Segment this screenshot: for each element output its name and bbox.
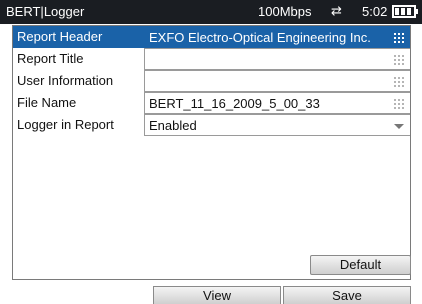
row-user-information[interactable]: User Information [13, 70, 410, 92]
window-title: BERT|Logger [6, 4, 85, 19]
title-bar: BERT|Logger 100Mbps ⇄ 5:02 [0, 0, 422, 24]
keyboard-icon[interactable] [394, 55, 404, 65]
logger-settings-panel: Report Header EXFO Electro-Optical Engin… [12, 25, 411, 280]
report-header-field[interactable]: EXFO Electro-Optical Engineering Inc. [144, 26, 410, 48]
row-report-title[interactable]: Report Title [13, 48, 410, 70]
chevron-down-icon[interactable] [394, 124, 404, 129]
report-title-label: Report Title [17, 51, 84, 66]
keyboard-icon[interactable] [394, 77, 404, 87]
user-information-label: User Information [17, 73, 114, 88]
logger-in-report-value: Enabled [149, 118, 197, 133]
file-name-value: BERT_11_16_2009_5_00_33 [149, 96, 320, 111]
row-logger-in-report[interactable]: Logger in Report Enabled [13, 114, 410, 136]
row-report-header[interactable]: Report Header EXFO Electro-Optical Engin… [13, 26, 410, 48]
row-file-name[interactable]: File Name BERT_11_16_2009_5_00_33 [13, 92, 410, 114]
report-title-field[interactable] [144, 48, 410, 70]
logger-in-report-select[interactable]: Enabled [144, 114, 410, 136]
clock: 5:02 [362, 4, 388, 19]
keyboard-icon[interactable] [394, 99, 404, 109]
link-speed: 100Mbps [258, 4, 312, 19]
user-information-field[interactable] [144, 70, 410, 92]
keyboard-icon[interactable] [394, 33, 404, 43]
report-header-label: Report Header [17, 29, 103, 44]
logger-in-report-label: Logger in Report [17, 117, 114, 132]
view-button[interactable]: View [153, 286, 281, 304]
link-arrows-icon: ⇄ [331, 3, 342, 18]
battery-icon [392, 5, 418, 18]
default-button[interactable]: Default [310, 255, 411, 275]
file-name-field[interactable]: BERT_11_16_2009_5_00_33 [144, 92, 410, 114]
file-name-label: File Name [17, 95, 77, 110]
save-button[interactable]: Save [283, 286, 411, 304]
report-header-value: EXFO Electro-Optical Engineering Inc. [149, 30, 371, 45]
